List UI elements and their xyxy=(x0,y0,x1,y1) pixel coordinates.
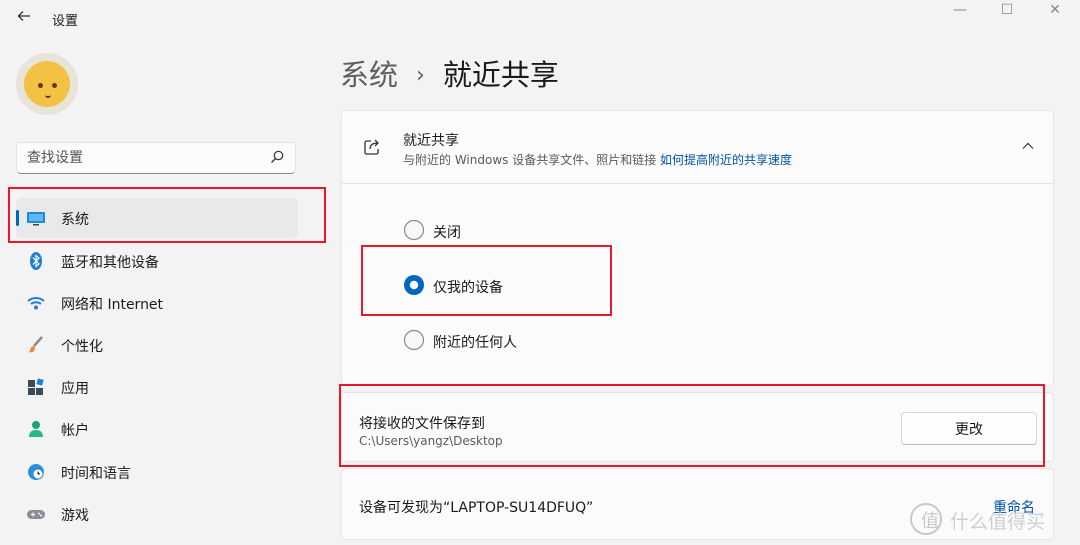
watermark-text: 什么值得买 xyxy=(950,511,1046,533)
radio-everyone-nearby-label[interactable]: 附近的任何人 xyxy=(433,332,517,352)
selected-indicator xyxy=(16,210,19,226)
avatar-face xyxy=(24,61,70,107)
sidebar-item-apps[interactable]: 应用 xyxy=(16,367,298,407)
chevron-up-icon[interactable] xyxy=(1021,139,1035,153)
speed-help-link[interactable]: 如何提高附近的共享速度 xyxy=(660,153,792,167)
sidebar-item-gaming[interactable]: 游戏 xyxy=(16,494,298,534)
sidebar-item-system[interactable]: 系统 xyxy=(16,198,298,238)
radio-my-devices-only[interactable] xyxy=(403,274,425,296)
save-location-title: 将接收的文件保存到 xyxy=(359,416,485,432)
apps-icon xyxy=(28,378,44,395)
nearby-sharing-description: 与附近的 Windows 设备共享文件、照片和链接 如何提高附近的共享速度 xyxy=(403,151,792,168)
monitor-icon xyxy=(27,212,45,226)
back-arrow-icon xyxy=(17,11,30,21)
search-box[interactable] xyxy=(16,142,296,174)
avatar[interactable] xyxy=(16,53,78,115)
sidebar-item-label: 时间和语言 xyxy=(61,466,131,482)
sidebar-item-label: 应用 xyxy=(61,381,89,397)
radio-off[interactable] xyxy=(403,219,425,241)
breadcrumb-parent[interactable]: 系统 xyxy=(340,58,398,92)
minimize-button[interactable]: — xyxy=(937,0,983,20)
sidebar-item-time-language[interactable]: 时间和语言 xyxy=(16,452,298,492)
sidebar-item-personalization[interactable]: 个性化 xyxy=(16,325,298,365)
search-icon[interactable] xyxy=(269,149,285,165)
sidebar-item-label: 系统 xyxy=(61,212,89,228)
change-location-button[interactable]: 更改 xyxy=(901,412,1037,445)
sidebar-item-accounts[interactable]: 帐户 xyxy=(16,409,298,449)
sidebar-item-label: 个性化 xyxy=(61,339,103,355)
discoverable-name: 设备可发现为“LAPTOP-SU14DFUQ” xyxy=(359,500,594,516)
breadcrumb: 系统 › 就近共享 xyxy=(340,52,559,94)
radio-everyone-nearby[interactable] xyxy=(403,329,425,351)
gamepad-icon xyxy=(27,510,45,519)
share-icon xyxy=(364,139,379,155)
bluetooth-icon xyxy=(30,252,42,270)
maximize-button[interactable]: ☐ xyxy=(984,0,1030,20)
nearby-sharing-card: 就近共享 与附近的 Windows 设备共享文件、照片和链接 如何提高附近的共享… xyxy=(341,110,1054,386)
sidebar-item-label: 帐户 xyxy=(61,423,89,439)
person-icon xyxy=(29,421,43,437)
sidebar-item-network[interactable]: 网络和 Internet xyxy=(16,283,298,323)
brush-icon xyxy=(28,336,43,353)
page-title: 就近共享 xyxy=(442,58,559,92)
sidebar-item-label: 网络和 Internet xyxy=(61,297,164,313)
nearby-sharing-header[interactable]: 就近共享 与附近的 Windows 设备共享文件、照片和链接 如何提高附近的共享… xyxy=(342,111,1053,184)
watermark: 值 什么值得买 xyxy=(910,503,1075,537)
save-location-card: 将接收的文件保存到 C:\Users\yangz\Desktop 更改 xyxy=(341,392,1054,462)
sidebar-item-label: 游戏 xyxy=(61,508,89,524)
watermark-logo: 值 xyxy=(910,503,942,535)
nearby-sharing-title: 就近共享 xyxy=(403,133,459,149)
globe-clock-icon xyxy=(28,464,44,480)
save-location-path: C:\Users\yangz\Desktop xyxy=(359,434,503,448)
breadcrumb-separator: › xyxy=(416,63,425,88)
back-button[interactable] xyxy=(14,8,34,28)
close-button[interactable]: ✕ xyxy=(1032,0,1078,20)
radio-my-devices-only-label[interactable]: 仅我的设备 xyxy=(433,277,503,297)
sidebar-item-label: 蓝牙和其他设备 xyxy=(61,255,159,271)
wifi-icon xyxy=(27,297,45,310)
search-input[interactable] xyxy=(17,143,257,173)
radio-off-label[interactable]: 关闭 xyxy=(433,222,461,242)
description-text: 与附近的 Windows 设备共享文件、照片和链接 xyxy=(403,153,657,167)
app-title: 设置 xyxy=(52,14,79,29)
sidebar-item-bluetooth[interactable]: 蓝牙和其他设备 xyxy=(16,241,298,281)
